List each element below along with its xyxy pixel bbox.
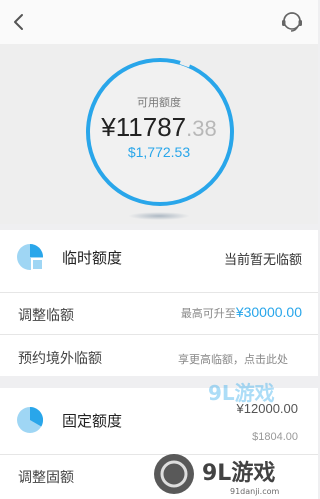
pie-chart-icon [17,244,44,271]
overseas-temp-credit-row[interactable]: 预约境外临额 享更高临额，点击此处 [0,334,318,376]
adjust-temp-credit-label: 调整临额 [18,308,74,324]
max-increase-amount: ¥30000.00 [235,304,302,320]
available-credit-usd: $1,772.53 [127,144,191,160]
fixed-credit-title: 固定额度 [62,412,123,430]
svg-text:91danji.com: 91danji.com [230,487,280,496]
max-increase-text: 最高可升至 [180,307,236,320]
adjust-fixed-credit-label: 调整固额 [18,470,74,486]
ring-shadow [128,212,190,220]
watermark-logo-small: 9L游戏 [206,376,310,410]
adjust-temp-credit-row[interactable]: 调整临额 最高可升至¥30000.00 [0,292,318,334]
overseas-temp-credit-hint: 享更高临额，点击此处 [178,353,288,366]
watermark-logo: 9L游戏 91danji.com [150,450,318,498]
overseas-temp-credit-label: 预约境外临额 [18,351,102,367]
temp-credit-card: 临时额度 当前暂无临额 调整临额 最高可升至¥30000.00 预约境外临额 享… [0,230,318,376]
chevron-left-icon[interactable] [8,10,30,34]
svg-text:9L游戏: 9L游戏 [208,381,275,405]
available-amount-main: ¥11787 [101,112,187,142]
available-credit-amount: ¥11787.38 [0,112,318,143]
available-amount-decimal: .38 [186,116,217,141]
available-credit-label: 可用额度 [137,96,181,109]
temp-credit-status: 当前暂无临额 [223,253,302,268]
pie-chart-icon [17,406,44,433]
temp-credit-title: 临时额度 [62,249,123,267]
customer-service-icon[interactable] [278,8,306,36]
fixed-credit-amount-usd: $1804.00 [252,431,298,443]
svg-text:9L游戏: 9L游戏 [202,460,275,486]
adjust-temp-credit-hint: 最高可升至¥30000.00 [181,304,302,321]
top-bar [0,0,318,44]
available-credit-panel: 可用额度 ¥11787.38 $1,772.53 [0,44,318,224]
